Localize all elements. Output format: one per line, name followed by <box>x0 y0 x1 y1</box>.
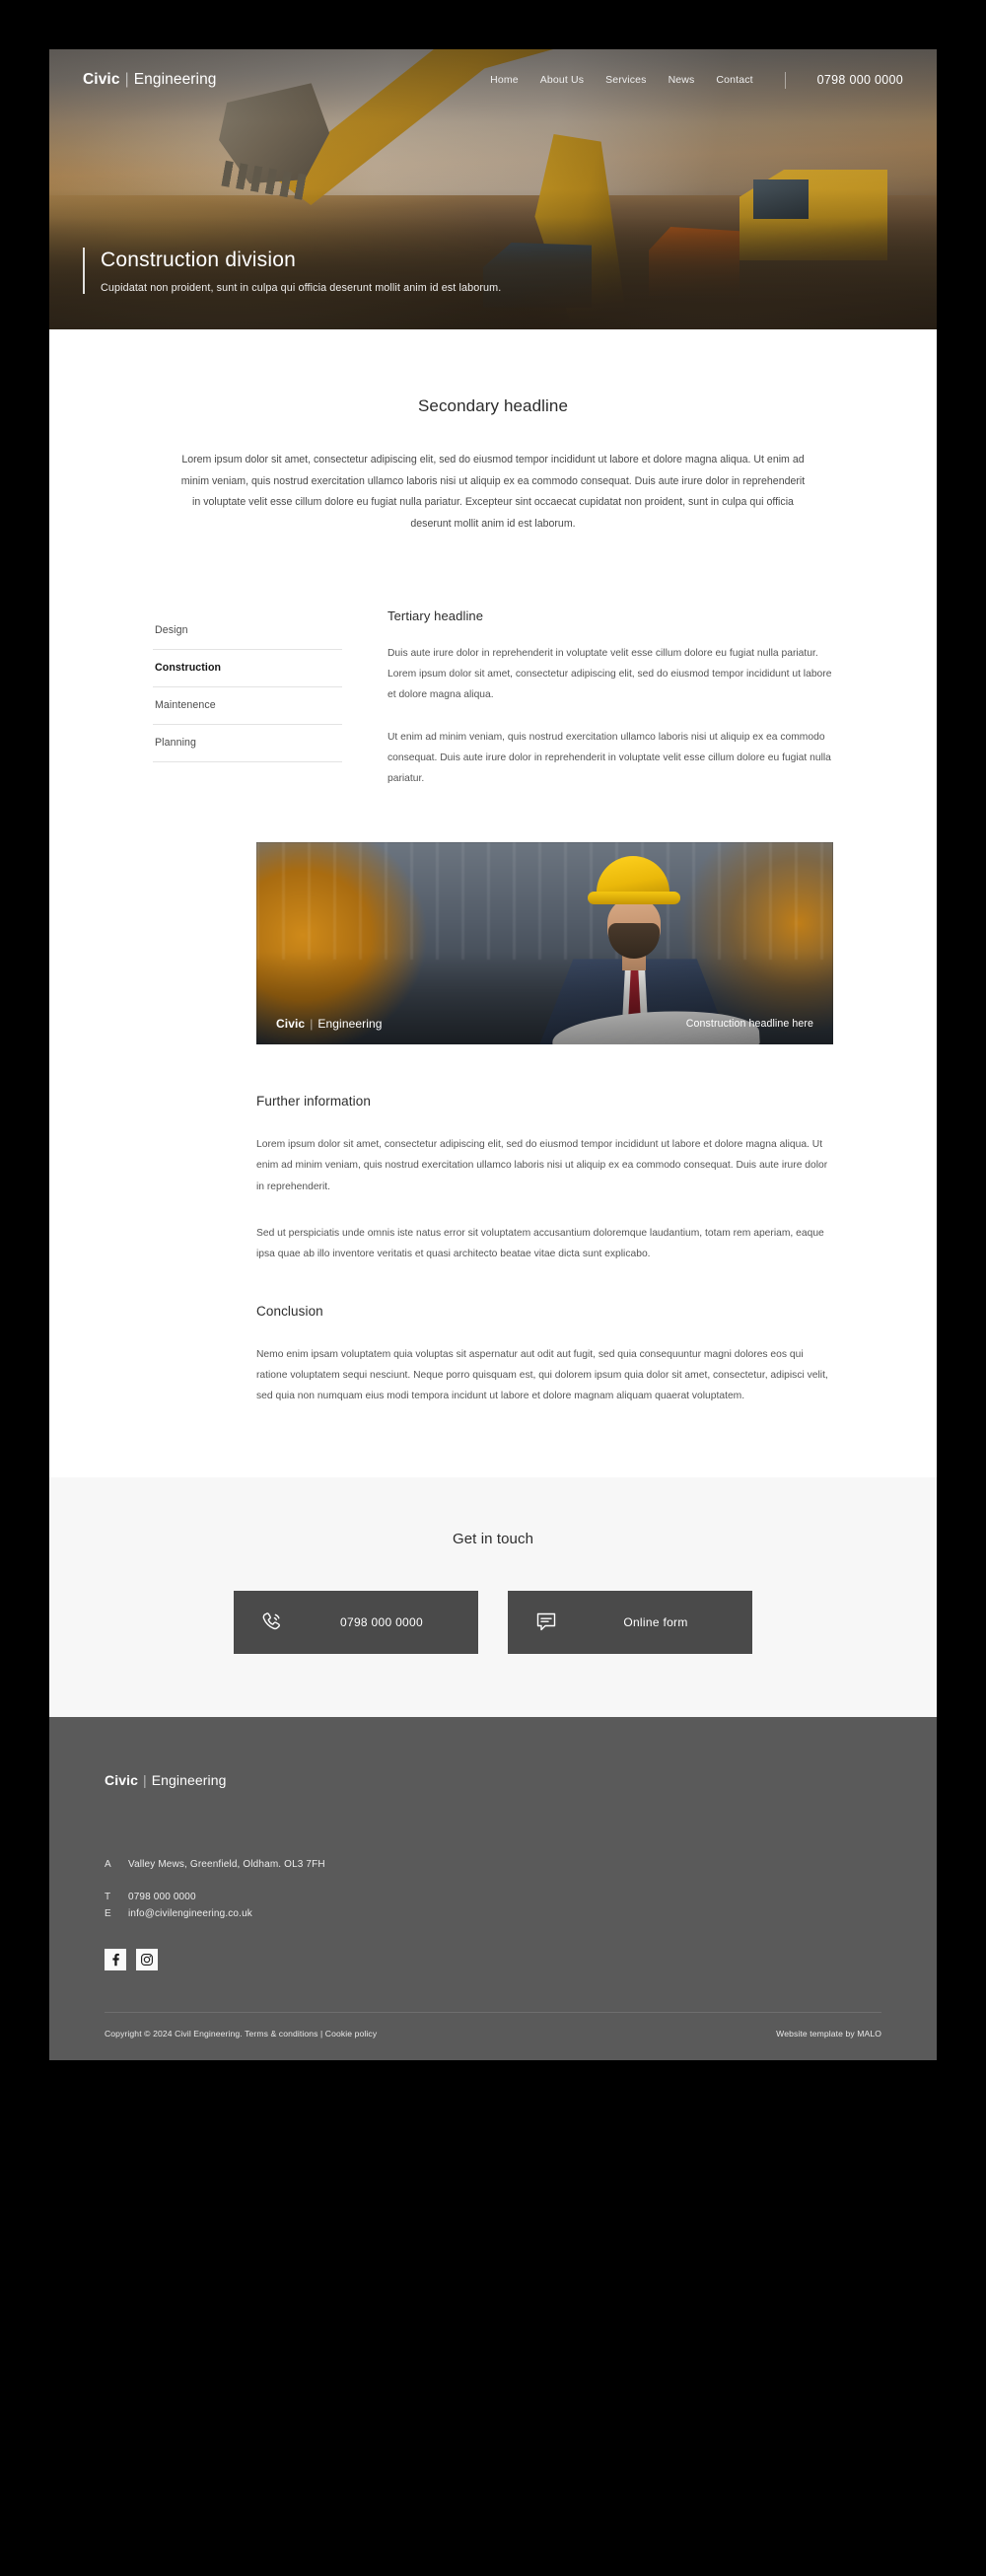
feature-image: Civic | Engineering Construction headline … <box>256 842 833 1045</box>
hero-banner: Civic | Engineering Home About Us Services… <box>49 49 937 329</box>
site-footer: Civic | Engineering A Valley Mews, Greenfi… <box>49 1717 937 2061</box>
call-phone-button[interactable]: 0798 000 0000 <box>234 1591 478 1655</box>
footer-email-row: E info@civilengineering.co.uk <box>105 1908 881 1919</box>
footer-logo-first-word: Civic <box>105 1772 138 1789</box>
instagram-icon <box>140 1953 154 1967</box>
hard-hat-brim-graphic <box>588 892 680 905</box>
nav-item-home[interactable]: Home <box>490 74 519 86</box>
online-form-label: Online form <box>623 1615 688 1630</box>
footer-logo-divider: | <box>142 1772 147 1789</box>
further-information-section: Further information Lorem ipsum dolor si… <box>49 1044 937 1406</box>
primary-navigation: Home About Us Services News Contact 0798… <box>490 71 903 89</box>
hero-title: Construction division <box>101 248 296 271</box>
footer-logo-second-word: Engineering <box>151 1772 227 1789</box>
tertiary-paragraph-1: Duis aute irure dolor in reprehenderit i… <box>387 647 832 700</box>
hero-caption: Construction division Cupidatat non proi… <box>83 247 502 294</box>
copyright-text[interactable]: Copyright © 2024 Civil Engineering. Term… <box>105 2029 377 2039</box>
chat-bubble-icon <box>531 1608 561 1637</box>
online-form-button[interactable]: Online form <box>508 1591 752 1655</box>
site-header: Civic | Engineering Home About Us Services… <box>49 49 937 110</box>
footer-social-links <box>105 1949 881 1971</box>
further-information-headline: Further information <box>256 1094 371 1109</box>
footer-address-row: A Valley Mews, Greenfield, Oldham. OL3 7… <box>105 1859 881 1870</box>
footer-bottom-bar: Copyright © 2024 Civil Engineering. Term… <box>105 2012 881 2060</box>
further-paragraph-2: Sed ut perspiciatis unde omnis iste natu… <box>256 1227 824 1259</box>
sidebar-item-maintenence[interactable]: Maintenence <box>153 687 342 725</box>
tertiary-paragraph-2: Ut enim ad minim veniam, quis nostrud ex… <box>387 732 831 785</box>
sidebar-item-planning[interactable]: Planning <box>153 725 342 762</box>
conclusion-headline: Conclusion <box>256 1303 323 1319</box>
footer-address-value: Valley Mews, Greenfield, Oldham. OL3 7FH <box>128 1859 325 1871</box>
footer-contact-block: A Valley Mews, Greenfield, Oldham. OL3 7… <box>105 1859 881 1919</box>
phone-icon <box>257 1608 287 1637</box>
footer-logo[interactable]: Civic | Engineering <box>105 1772 881 1788</box>
footer-phone-row: T 0798 000 0000 <box>105 1892 881 1902</box>
logo-divider: | <box>124 71 129 88</box>
sidebar-item-design[interactable]: Design <box>153 612 342 650</box>
instagram-link[interactable] <box>136 1949 158 1971</box>
logo-first-word: Civic <box>83 71 120 88</box>
feature-logo: Civic | Engineering <box>276 1017 383 1031</box>
footer-phone-value[interactable]: 0798 000 0000 <box>128 1892 196 1902</box>
nav-item-services[interactable]: Services <box>605 74 646 86</box>
footer-email-key: E <box>105 1908 111 1920</box>
two-column-section: Design Construction Maintenence Planning… <box>49 536 937 790</box>
footer-email-value[interactable]: info@civilengineering.co.uk <box>128 1908 252 1919</box>
nav-divider <box>784 71 786 89</box>
nav-item-contact[interactable]: Contact <box>716 74 752 86</box>
hero-subtitle: Cupidatat non proident, sunt in culpa qu… <box>101 282 502 294</box>
call-phone-label: 0798 000 0000 <box>340 1615 423 1630</box>
contact-buttons: 0798 000 0000 Online form <box>49 1591 937 1655</box>
secondary-headline: Secondary headline <box>417 396 569 415</box>
conclusion-paragraph-1: Nemo enim ipsam voluptatem quia voluptas… <box>256 1348 828 1402</box>
sidebar-item-construction[interactable]: Construction <box>153 650 342 687</box>
feature-logo-first-word: Civic <box>276 1017 306 1032</box>
tertiary-content: Tertiary headline Duis aute irure dolor … <box>387 608 833 790</box>
get-in-touch-headline: Get in touch <box>452 1531 534 1548</box>
facebook-icon <box>108 1953 122 1967</box>
page-canvas: Civic | Engineering Home About Us Services… <box>49 49 937 2061</box>
site-logo[interactable]: Civic | Engineering <box>83 71 217 89</box>
footer-address-key: A <box>105 1859 111 1871</box>
page-body: Secondary headline Lorem ipsum dolor sit… <box>49 329 937 1718</box>
header-phone-number[interactable]: 0798 000 0000 <box>817 73 903 87</box>
feature-image-caption-bar: Civic | Engineering Construction headline … <box>256 1003 833 1044</box>
template-credit-text[interactable]: Website template by MALO <box>776 2029 881 2039</box>
feature-image-caption: Construction headline here <box>685 1018 813 1031</box>
feature-logo-divider: | <box>310 1017 314 1032</box>
facebook-link[interactable] <box>105 1949 126 1971</box>
logo-second-word: Engineering <box>133 71 217 88</box>
further-paragraph-1: Lorem ipsum dolor sit amet, consectetur … <box>256 1139 828 1192</box>
nav-item-about-us[interactable]: About Us <box>540 74 584 86</box>
footer-phone-key: T <box>105 1892 111 1903</box>
section-sidebar: Design Construction Maintenence Planning <box>153 608 342 790</box>
get-in-touch-section: Get in touch 0798 000 0000 Online form <box>49 1477 937 1718</box>
nav-item-news[interactable]: News <box>669 74 695 86</box>
secondary-intro-text: Lorem ipsum dolor sit amet, consectetur … <box>180 454 806 531</box>
feature-logo-second-word: Engineering <box>317 1017 383 1032</box>
tertiary-headline: Tertiary headline <box>387 608 484 623</box>
